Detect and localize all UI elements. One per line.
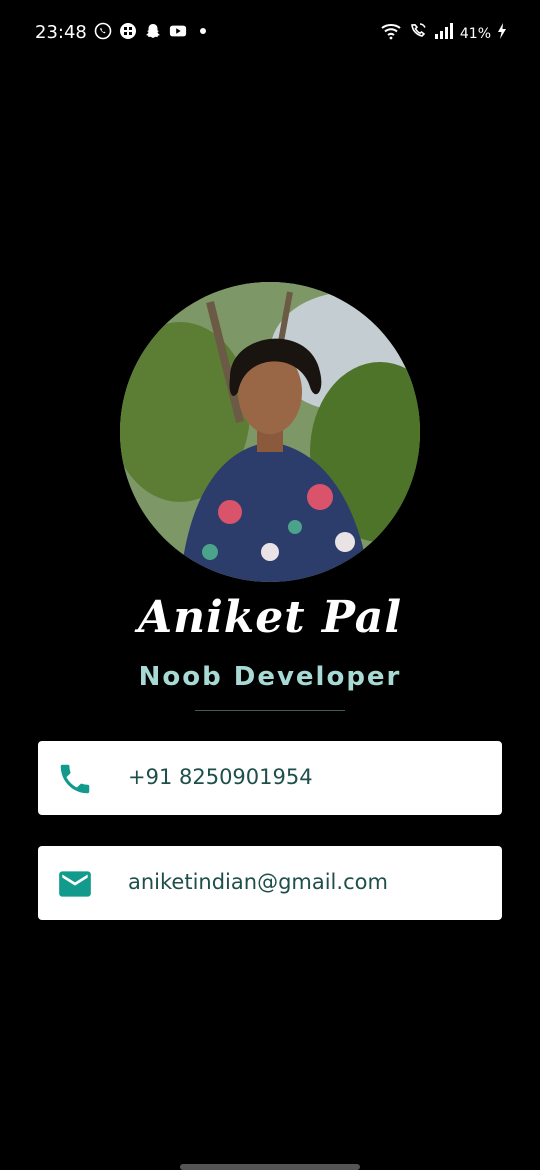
profile-avatar: [120, 282, 420, 582]
email-card[interactable]: aniketindian@gmail.com: [38, 846, 502, 920]
divider: [195, 710, 345, 711]
profile-title: Noob Developer: [138, 662, 402, 692]
whatsapp-icon: [94, 22, 112, 40]
system-icons: 41%: [380, 22, 507, 45]
status-time: 23:48: [35, 22, 87, 43]
dot-icon: [194, 22, 212, 40]
profile-name: Aniket Pal: [137, 592, 403, 643]
youtube-icon: [169, 22, 187, 40]
status-bar: 23:48 41%: [0, 0, 540, 66]
home-indicator[interactable]: [180, 1164, 360, 1170]
email-address: aniketindian@gmail.com: [128, 870, 388, 894]
signal-icon: [434, 22, 454, 45]
charging-icon: [497, 22, 507, 45]
email-icon: [56, 865, 94, 903]
wifi-icon: [380, 22, 402, 45]
notification-icons: [94, 22, 212, 40]
battery-percent: 41%: [459, 25, 491, 42]
phone-number: +91 8250901954: [128, 765, 313, 789]
grid-app-icon: [119, 22, 137, 40]
phone-icon: [56, 760, 94, 798]
snapchat-icon: [144, 22, 162, 40]
phone-card[interactable]: +91 8250901954: [38, 741, 502, 815]
wifi-call-icon: [408, 22, 428, 45]
